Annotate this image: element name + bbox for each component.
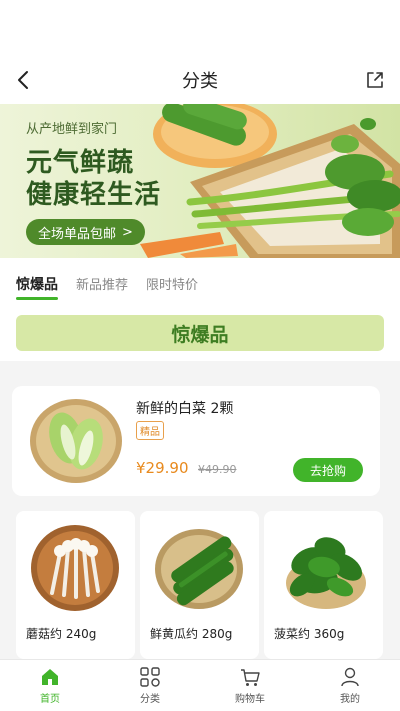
vegetable-basket-illustration	[140, 104, 400, 258]
back-arrow-icon[interactable]	[12, 68, 36, 92]
product-card-spinach[interactable]: 菠菜约 360g	[264, 511, 383, 659]
status-bar-area	[0, 0, 400, 56]
tabbar-profile-label: 我的	[340, 694, 360, 705]
navbar: 分类	[0, 56, 400, 104]
tab-hot-deals[interactable]: 惊爆品	[16, 268, 58, 300]
product-grid: 蘑菇约 240g 鲜黄瓜约 280g 菠菜约 360g	[16, 511, 384, 659]
product-card-cucumber[interactable]: 鲜黄瓜约 280g	[140, 511, 259, 659]
tab-new-arrivals[interactable]: 新品推荐	[76, 268, 128, 300]
tabbar-category[interactable]: 分类	[100, 660, 200, 711]
page-title: 分类	[182, 71, 218, 92]
spinach-image	[286, 537, 366, 609]
buy-now-button[interactable]: 去抢购	[293, 458, 363, 482]
category-tabs-area: 惊爆品 新品推荐 限时特价 惊爆品	[0, 258, 400, 361]
product-name-spinach: 菠菜约 360g	[274, 627, 345, 641]
free-shipping-label: 全场单品包邮	[38, 226, 117, 242]
section-title: 惊爆品	[16, 315, 384, 351]
category-tabs: 惊爆品 新品推荐 限时特价	[0, 268, 400, 300]
tabbar-cart[interactable]: 购物车	[200, 660, 300, 711]
featured-product-card[interactable]: 新鲜的白菜 2颗 精品 ¥29.90 ¥49.90 去抢购	[12, 386, 380, 496]
featured-product-name: 新鲜的白菜 2颗	[136, 401, 234, 417]
free-shipping-button[interactable]: 全场单品包邮 >	[26, 219, 145, 245]
product-name-cucumber: 鲜黄瓜约 280g	[150, 627, 233, 641]
mushroom-image	[31, 525, 119, 611]
tab-limited-offers[interactable]: 限时特价	[146, 268, 198, 300]
profile-icon	[341, 667, 359, 687]
banner-title-line2: 健康轻生活	[26, 180, 162, 210]
cucumber-image	[155, 529, 243, 609]
banner-subtitle: 从产地鲜到家门	[26, 122, 118, 137]
premium-badge: 精品	[136, 421, 164, 440]
cabbage-image	[30, 399, 122, 483]
tabbar-profile[interactable]: 我的	[300, 660, 400, 711]
featured-original-price: ¥49.90	[198, 463, 237, 476]
featured-price: ¥29.90	[136, 459, 189, 477]
tabbar-home[interactable]: 首页	[0, 660, 100, 711]
share-icon[interactable]	[364, 69, 386, 91]
tabbar-category-label: 分类	[140, 694, 160, 705]
promo-banner[interactable]: 从产地鲜到家门 元气鲜蔬 健康轻生活 全场单品包邮 >	[0, 104, 400, 258]
product-card-mushroom[interactable]: 蘑菇约 240g	[16, 511, 135, 659]
category-icon	[140, 667, 160, 687]
cart-icon	[241, 669, 260, 686]
product-name-mushroom: 蘑菇约 240g	[26, 627, 97, 641]
bottom-tab-bar: 首页 分类 购物车 我的	[0, 659, 400, 711]
home-icon	[42, 669, 58, 685]
tabbar-home-label: 首页	[40, 694, 60, 705]
tabbar-cart-label: 购物车	[235, 694, 265, 705]
chevron-right-icon: >	[122, 224, 133, 240]
